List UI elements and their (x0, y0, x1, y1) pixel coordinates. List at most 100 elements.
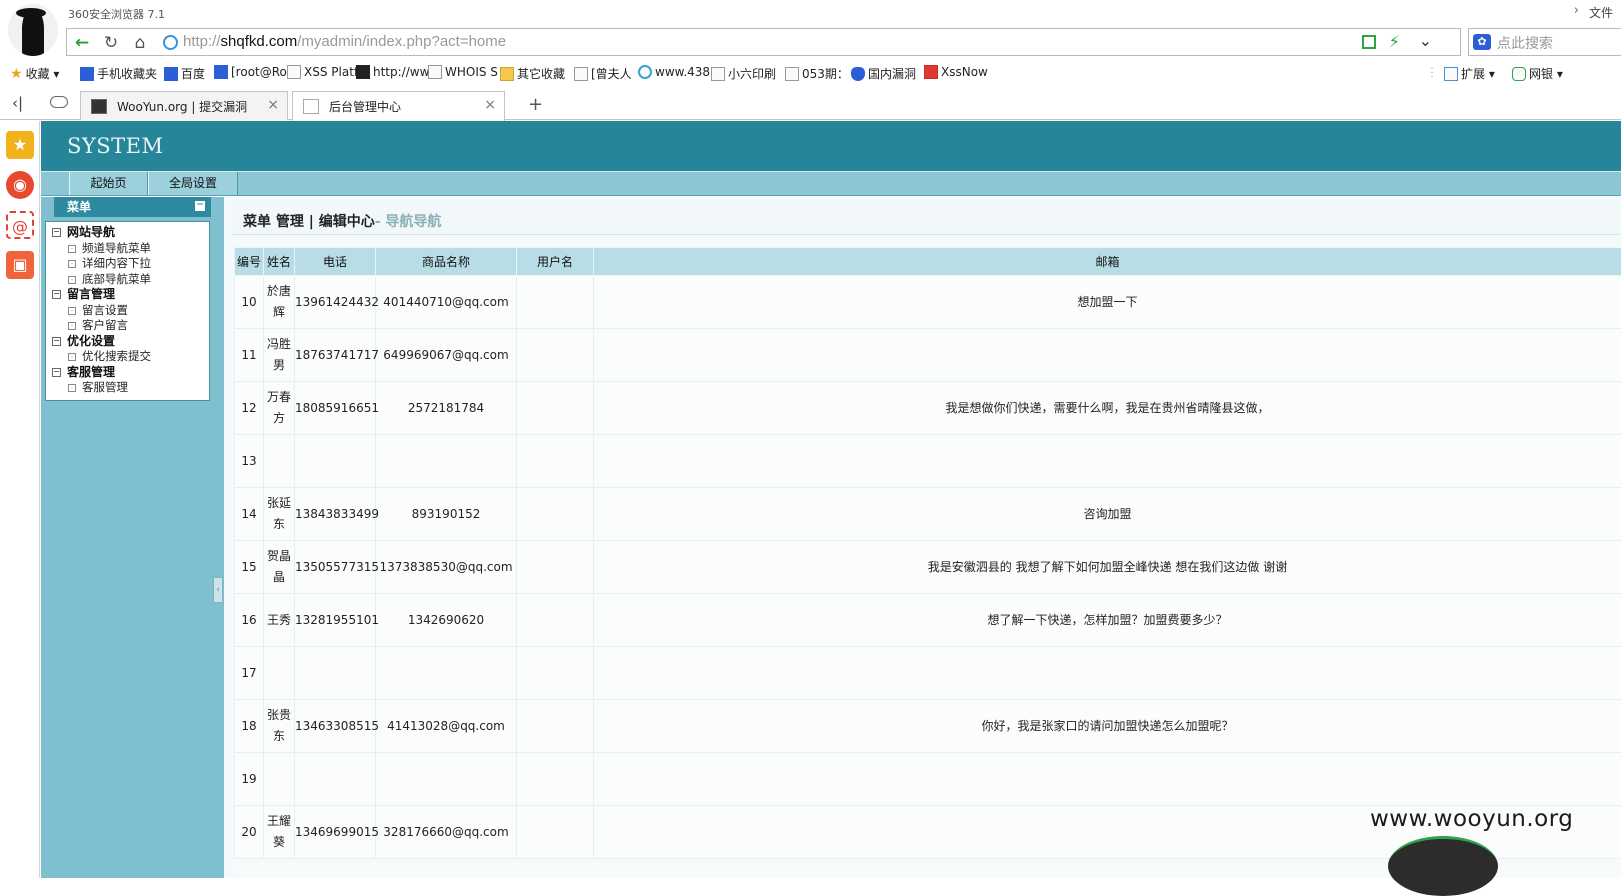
more-dots-icon[interactable]: ⋮ (1426, 65, 1438, 79)
tab-admin[interactable]: 后台管理中心 × (292, 91, 505, 121)
bookmark-item[interactable]: XSS Platf (287, 65, 358, 79)
bookmark-label: http://ww (373, 65, 429, 79)
cell-product: 328176660@qq.com (376, 806, 517, 859)
user-avatar[interactable] (8, 4, 58, 56)
home-icon[interactable]: ⌂ (129, 32, 151, 54)
bookmark-item[interactable]: 其它收藏 (500, 65, 565, 82)
bookmark-item[interactable]: 053期： (785, 65, 849, 82)
search-input[interactable]: 点此搜索 (1497, 33, 1553, 53)
page-box-icon: · (68, 384, 76, 392)
new-tab-button[interactable]: + (528, 94, 543, 115)
menu-item[interactable]: ·频道导航菜单 (46, 241, 209, 257)
cell-phone: 13843833499 (295, 488, 376, 541)
cell-message (594, 329, 1621, 382)
minus-box-icon[interactable]: − (52, 290, 61, 299)
menu-group-messages[interactable]: −留言管理 (46, 287, 209, 303)
cell-message (594, 435, 1621, 488)
minus-box-icon[interactable]: − (52, 228, 61, 237)
minus-box-icon[interactable]: − (52, 368, 61, 377)
shopping-bag-icon[interactable]: ▣ (6, 251, 34, 279)
mail-icon[interactable]: @ (6, 211, 34, 239)
cell-product (376, 435, 517, 488)
file-menu[interactable]: 文件 (1589, 4, 1613, 21)
cell-product: 401440710@qq.com (376, 276, 517, 329)
table-row: 11冯胜男18763741717649969067@qq.com (235, 329, 1621, 382)
menu-item[interactable]: ·优化搜索提交 (46, 349, 209, 365)
menu-item-label: 留言设置 (82, 303, 128, 317)
lightning-icon[interactable]: ⚡ (1389, 32, 1400, 51)
reload-icon[interactable]: ↻ (100, 32, 122, 54)
menu-group-site-nav[interactable]: −网站导航 (46, 225, 209, 241)
collapse-sidebar-icon[interactable]: ‹| (12, 94, 23, 112)
cell-message: 我是安徽泗县的 我想了解下如何加盟全峰快递 想在我们这边做 谢谢 (594, 541, 1621, 594)
grid-icon (1444, 67, 1458, 81)
panel-splitter[interactable]: ‹ (213, 577, 223, 603)
bookmark-label: 小六印刷 (728, 67, 776, 81)
menu-group-label: 留言管理 (67, 287, 115, 301)
bookmark-item[interactable]: [曾夫人 (574, 65, 632, 82)
chevron-right-icon[interactable]: › (1574, 3, 1579, 18)
weibo-icon[interactable]: ◉ (6, 171, 34, 199)
menu-item-label: 底部导航菜单 (82, 272, 151, 286)
address-bar[interactable]: ← ↻ ⌂ http://shqfkd.com/myadmin/index.ph… (66, 28, 1461, 56)
menu-item-label: 频道导航菜单 (82, 241, 151, 255)
cell-name: 冯胜男 (264, 329, 295, 382)
qr-code-icon[interactable] (1362, 35, 1376, 49)
cell-id: 17 (235, 647, 264, 700)
url-input[interactable]: http://shqfkd.com/myadmin/index.php?act=… (183, 33, 506, 50)
topnav-home[interactable]: 起始页 (69, 172, 148, 195)
cell-phone: 18085916651 (295, 382, 376, 435)
menu-item[interactable]: ·客户留言 (46, 318, 209, 334)
bookmark-item[interactable]: http://ww (356, 65, 429, 79)
menu-item[interactable]: ·底部导航菜单 (46, 272, 209, 288)
bookmark-favorites[interactable]: ★收藏 ▾ (10, 65, 59, 82)
bookmark-item[interactable]: www.438 (638, 65, 710, 79)
bookmark-label: WHOIS S (445, 65, 498, 79)
cell-product: 41413028@qq.com (376, 700, 517, 753)
cell-id: 12 (235, 382, 264, 435)
bookmark-label: [root@Ro (231, 65, 287, 79)
cell-id: 20 (235, 806, 264, 859)
cloud-icon[interactable] (50, 96, 68, 108)
page-icon (303, 99, 319, 114)
menu-item[interactable]: ·客服管理 (46, 380, 209, 396)
table-body: 10於唐辉13961424432401440710@qq.com想加盟一下11冯… (235, 276, 1621, 859)
system-title: SYSTEM (67, 134, 163, 158)
url-domain: shqfkd.com (221, 33, 298, 50)
topnav-global-settings[interactable]: 全局设置 (148, 172, 238, 195)
bookmark-item[interactable]: [root@Ro (214, 65, 287, 79)
header-col-email: 邮箱 (594, 248, 1621, 276)
bookmark-item[interactable]: XssNow (924, 65, 988, 79)
collapse-icon[interactable]: − (195, 201, 205, 211)
table-header-row: 编号姓名电话商品名称用户名邮箱 (235, 248, 1621, 276)
cell-phone: 13469699015 (295, 806, 376, 859)
extensions-button[interactable]: 扩展 ▾ (1444, 65, 1495, 82)
bookmarks-bar: ★收藏 ▾ 手机收藏夹 百度 [root@Ro XSS Platf http:/… (0, 60, 1621, 86)
page-icon (574, 67, 588, 81)
floating-widget[interactable] (1388, 836, 1498, 896)
cell-name: 王耀葵 (264, 806, 295, 859)
close-icon[interactable]: × (267, 97, 279, 113)
menu-tree: −网站导航 ·频道导航菜单 ·详细内容下拉 ·底部导航菜单 −留言管理 ·留言设… (45, 221, 210, 401)
cell-phone (295, 647, 376, 700)
netbank-button[interactable]: 网银 ▾ (1512, 65, 1563, 82)
menu-item[interactable]: ·详细内容下拉 (46, 256, 209, 272)
paw-icon[interactable]: ✿ (1473, 34, 1491, 50)
bookmark-item[interactable]: 百度 (164, 65, 205, 82)
menu-group-service[interactable]: −客服管理 (46, 365, 209, 381)
star-icon[interactable]: ★ (6, 131, 34, 159)
bookmark-item[interactable]: 手机收藏夹 (80, 65, 157, 82)
bookmark-item[interactable]: 国内漏洞 (851, 65, 916, 82)
search-box[interactable]: ✿ 点此搜索 (1468, 28, 1621, 56)
bookmark-item[interactable]: 小六印刷 (711, 65, 776, 82)
close-icon[interactable]: × (484, 97, 496, 113)
back-arrow-icon[interactable]: ← (71, 32, 93, 54)
bookmark-item[interactable]: WHOIS S (428, 65, 498, 79)
minus-box-icon[interactable]: − (52, 337, 61, 346)
menu-group-seo[interactable]: −优化设置 (46, 334, 209, 350)
chevron-down-icon[interactable]: ⌄ (1419, 31, 1432, 50)
tab-wooyun[interactable]: WooYun.org | 提交漏洞 × (80, 91, 288, 120)
header-col-product: 商品名称 (376, 248, 517, 276)
page-box-icon: · (68, 322, 76, 330)
menu-item[interactable]: ·留言设置 (46, 303, 209, 319)
